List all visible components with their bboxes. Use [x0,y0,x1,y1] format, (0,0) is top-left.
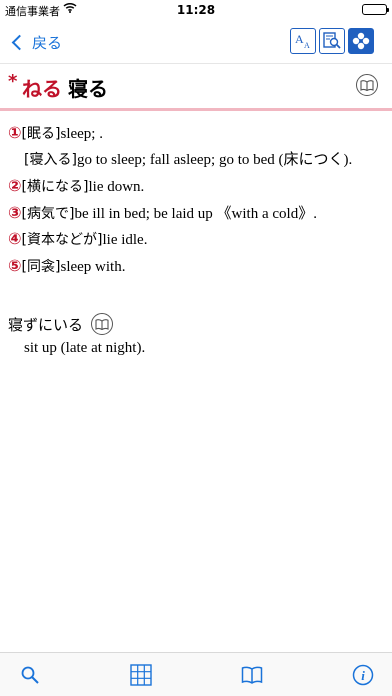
headword-reading: ねる [22,77,62,101]
phrase-book-button[interactable] [91,313,114,335]
search-tab[interactable] [18,663,42,687]
sense-row: ④[資本などが]lie idle. [8,228,147,250]
svg-text:A: A [304,41,310,50]
sense-translation: go to sleep; fall asleep; go to bed (床につ… [76,152,353,168]
sense-row: ②[横になる]lie down. [8,175,144,197]
toolbar-tools: A A [290,28,374,54]
sense-row: ③[病気で]be ill in bed; be laid up 《with a … [8,202,317,224]
sense-context: [同衾] [21,259,61,275]
sense-context: [横になる] [21,179,89,195]
flower-icon [352,32,370,50]
back-button[interactable]: 戻る [8,29,62,55]
bottom-toolbar: i [0,652,392,696]
phrase-headword: 寝ずにいる [8,315,84,334]
svg-text:A: A [295,32,304,46]
back-label: 戻る [32,33,63,52]
book-icon [95,318,109,330]
battery-icon [362,4,389,15]
phrase-translation: sit up (late at night). [24,340,146,356]
text-size-button[interactable]: A A [290,28,316,54]
search-icon [21,666,39,684]
sense-translation: lie down. [88,179,145,195]
sense-context: [眠る] [21,126,61,142]
sense-context: [寝入る] [24,152,77,168]
index-tab[interactable] [129,663,153,687]
header-divider [0,108,392,111]
clock: 11:28 [176,3,216,17]
sense-row: ⑤[同衾]sleep with. [8,255,125,277]
book-icon [360,79,374,91]
open-book-button[interactable] [356,74,378,96]
headword-kanji: 寝る [68,77,108,101]
info-tab[interactable]: i [351,663,375,687]
search-doc-icon [323,32,341,49]
sense-row: [寝入る]go to sleep; fall asleep; go to bed… [24,149,352,171]
entry-headword: * ねる 寝る [0,64,392,106]
status-bar: 通信事業者 11:28 [0,0,392,20]
text-size-icon: A A [295,32,310,50]
bookmarks-tab[interactable] [240,663,264,687]
svg-text:i: i [361,668,365,683]
book-icon [241,666,263,684]
navigation-bar: 戻る A A [0,20,392,64]
search-in-document-button[interactable] [319,28,345,54]
phrase-row[interactable]: 寝ずにいる [8,312,114,336]
sense-row: ①[眠る]sleep; . [8,122,103,144]
sense-number: ④ [8,229,22,248]
sense-number: ① [8,123,22,142]
sense-context: [病気で] [21,206,75,222]
sense-translation: be ill in bed; be laid up 《with a cold》. [74,206,317,222]
sense-number: ② [8,176,22,195]
grid-icon [130,664,152,686]
chevron-left-icon [11,34,28,50]
info-icon: i [352,664,374,686]
sense-translation: lie idle. [102,232,148,248]
headword-marker: * [8,71,18,92]
sense-number: ③ [8,203,22,222]
related-words-button[interactable] [348,28,374,54]
sense-translation: sleep; . [60,126,103,142]
sense-translation: sleep with. [60,259,126,275]
sense-number: ⑤ [8,256,22,275]
sense-context: [資本などが] [21,232,103,248]
